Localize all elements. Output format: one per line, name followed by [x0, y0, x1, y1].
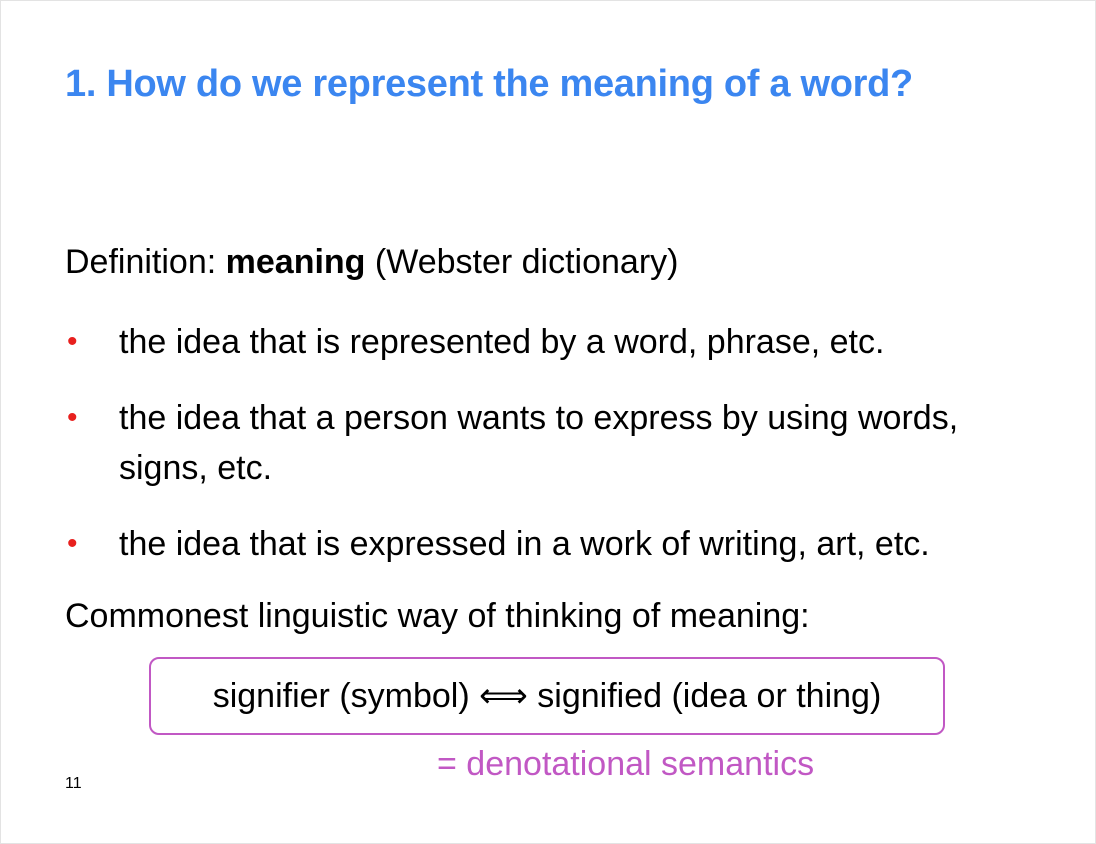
- signifier-box: signifier (symbol) ⟺ signified (idea or …: [149, 657, 945, 735]
- bullet-text: the idea that is expressed in a work of …: [119, 525, 930, 563]
- definition-bullet-list: • the idea that is represented by a word…: [65, 317, 1059, 595]
- bullet-item: • the idea that is represented by a word…: [65, 317, 1059, 367]
- definition-line: Definition: meaning (Webster dictionary): [65, 243, 678, 282]
- page-number: 11: [65, 775, 82, 792]
- signifier-text: signifier (symbol) ⟺ signified (idea or …: [212, 677, 882, 715]
- definition-suffix: (Webster dictionary): [365, 243, 679, 281]
- slide: 1. How do we represent the meaning of a …: [0, 0, 1096, 844]
- definition-term: meaning: [225, 243, 366, 281]
- bullet-dot-icon: •: [67, 325, 78, 358]
- definition-prefix: Definition:: [65, 243, 226, 281]
- slide-title: 1. How do we represent the meaning of a …: [65, 63, 913, 105]
- denotational-semantics-label: = denotational semantics: [437, 745, 815, 783]
- bullet-dot-icon: •: [67, 527, 78, 560]
- bullet-item: • the idea that a person wants to expres…: [65, 393, 969, 493]
- bullet-text: the idea that a person wants to express …: [119, 399, 959, 487]
- bullet-item: • the idea that is expressed in a work o…: [65, 519, 1059, 569]
- bullet-text: the idea that is represented by a word, …: [119, 323, 885, 361]
- bullet-dot-icon: •: [67, 401, 78, 434]
- common-way-text: Commonest linguistic way of thinking of …: [65, 597, 810, 635]
